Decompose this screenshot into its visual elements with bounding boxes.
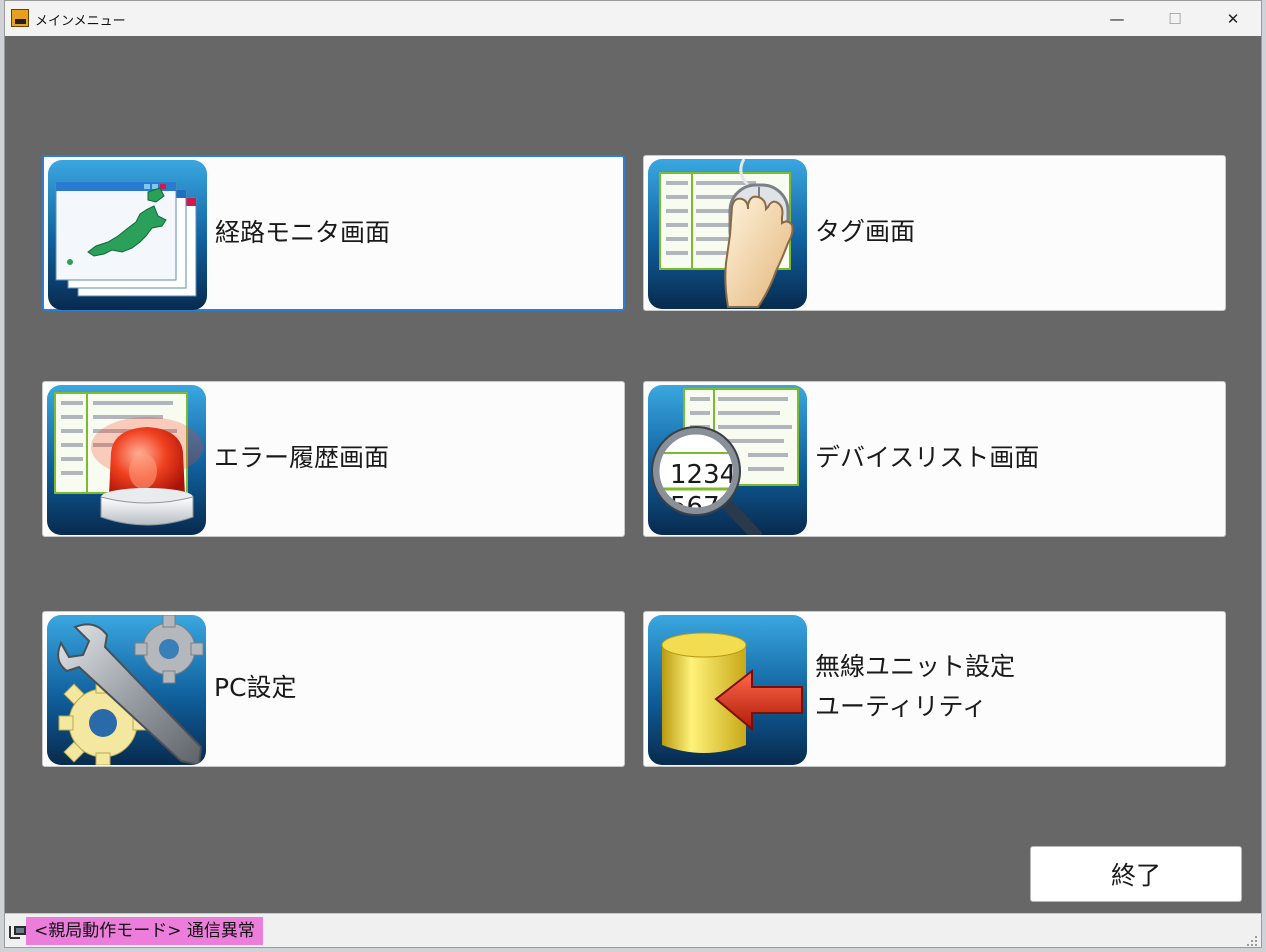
app-icon (11, 9, 29, 27)
database-arrow-icon (648, 615, 807, 765)
icon-number-1234: 1234 (670, 460, 736, 490)
close-button[interactable]: ✕ (1204, 1, 1262, 36)
magnifier-table-icon: 1234 5678 (648, 385, 807, 535)
tag-screen-label: タグ画面 (815, 217, 916, 246)
status-bar: <親局動作モード> 通信異常 (5, 913, 1261, 947)
maximize-button[interactable]: ☐ (1146, 1, 1204, 36)
menu-area: 経路モニタ画面 タグ画面 エラー履歴画面 1234 5678 デバイスリスト画面… (5, 36, 1261, 913)
window-title: メインメニュー (35, 14, 126, 29)
pc-settings-button[interactable]: PC設定 (42, 611, 625, 767)
resize-grip-icon[interactable] (1246, 932, 1258, 946)
device-list-button[interactable]: 1234 5678 デバイスリスト画面 (643, 381, 1226, 537)
connection-status-icon (8, 924, 28, 942)
device-list-label: デバイスリスト画面 (815, 443, 1040, 472)
minimize-button[interactable]: — (1088, 1, 1146, 36)
route-monitor-label: 経路モニタ画面 (215, 218, 391, 247)
route-monitor-button[interactable]: 経路モニタ画面 (42, 155, 625, 311)
error-history-button[interactable]: エラー履歴画面 (42, 381, 625, 537)
pc-settings-label: PC設定 (214, 673, 297, 702)
hand-mouse-table-icon (648, 159, 807, 309)
main-menu-window: メインメニュー — ☐ ✕ 経路モニタ画面 タグ画面 エラー履歴画面 1234 … (4, 0, 1262, 948)
wireless-unit-utility-button[interactable]: 無線ユニット設定 ユーティリティ (643, 611, 1226, 767)
tag-screen-button[interactable]: タグ画面 (643, 155, 1226, 311)
exit-button[interactable]: 終了 (1030, 846, 1242, 902)
wireless-unit-utility-label: 無線ユニット設定 ユーティリティ (815, 647, 1015, 727)
wrench-gears-icon (47, 615, 206, 765)
mode-status-badge: <親局動作モード> 通信異常 (26, 917, 263, 945)
wireless-unit-label-line1: 無線ユニット設定 (815, 652, 1016, 681)
wireless-unit-label-line2: ユーティリティ (815, 692, 988, 721)
alarm-light-icon (47, 385, 206, 535)
japan-map-windows-icon (48, 160, 207, 310)
error-history-label: エラー履歴画面 (214, 443, 390, 472)
title-bar[interactable]: メインメニュー — ☐ ✕ (5, 1, 1261, 36)
